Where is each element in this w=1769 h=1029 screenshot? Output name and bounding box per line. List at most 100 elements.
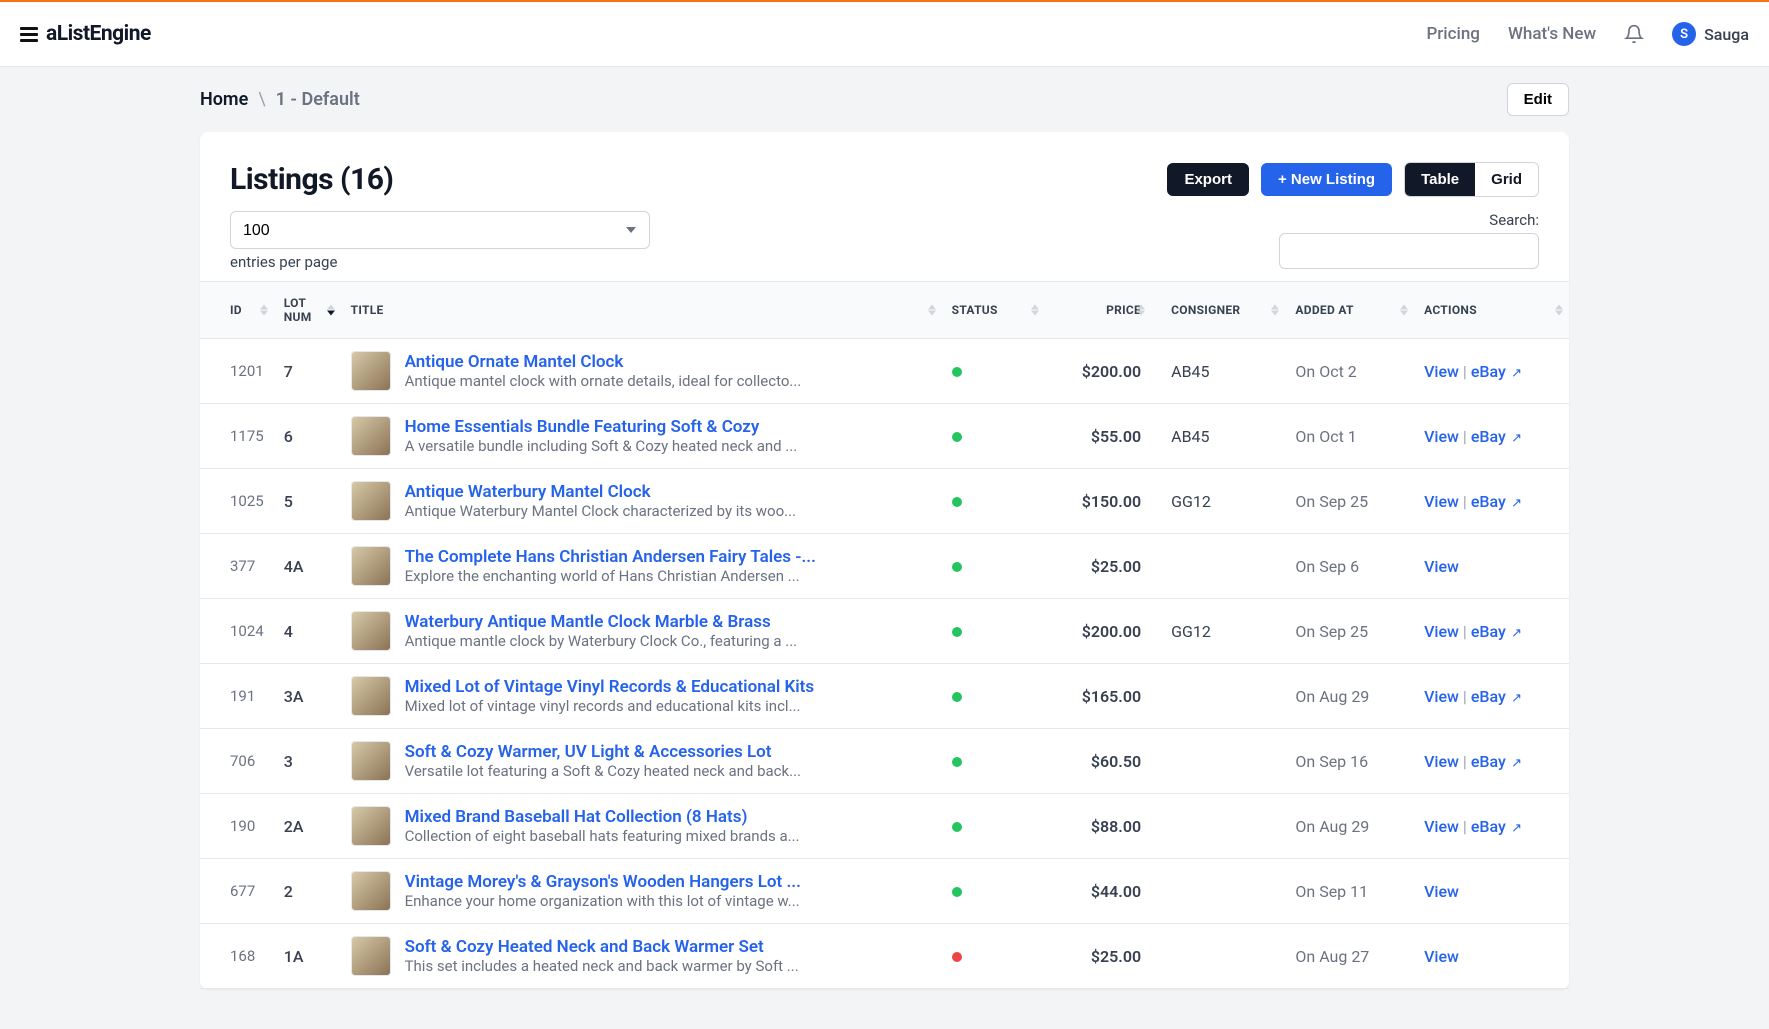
thumbnail [351, 871, 391, 911]
ebay-link[interactable]: eBay ↗ [1471, 622, 1522, 641]
listing-title-link[interactable]: Mixed Lot of Vintage Vinyl Records & Edu… [405, 677, 815, 697]
cell-title: Home Essentials Bundle Featuring Soft & … [341, 404, 942, 468]
action-sep: | [1463, 817, 1467, 836]
cell-id: 190 [200, 794, 274, 859]
breadcrumb-home[interactable]: Home [200, 89, 248, 110]
topbar: aListEngine Pricing What's New S Sauga [0, 0, 1769, 67]
cell-actions: View [1414, 534, 1569, 599]
col-actions[interactable]: ACTIONS [1414, 282, 1569, 339]
entries-label: entries per page [230, 253, 650, 271]
cell-status [942, 924, 1046, 989]
cell-id: 706 [200, 729, 274, 794]
cell-price: $200.00 [1045, 599, 1151, 664]
status-dot [952, 367, 962, 377]
view-link[interactable]: View [1424, 362, 1459, 381]
view-link[interactable]: View [1424, 687, 1459, 706]
listing-title-link[interactable]: Home Essentials Bundle Featuring Soft & … [405, 417, 798, 437]
ebay-link[interactable]: eBay ↗ [1471, 687, 1522, 706]
col-consigner[interactable]: CONSIGNER [1151, 282, 1285, 339]
listings-card: Listings (16) Export + New Listing Table… [200, 132, 1569, 989]
cell-lot: 3A [274, 664, 341, 729]
external-icon: ↗ [1508, 431, 1522, 446]
cell-status [942, 599, 1046, 664]
table-row: 168 1A Soft & Cozy Heated Neck and Back … [200, 924, 1569, 989]
col-status[interactable]: STATUS [942, 282, 1046, 339]
user-menu[interactable]: S Sauga [1672, 22, 1749, 46]
cell-added: On Sep 25 [1285, 469, 1414, 534]
table-row: 191 3A Mixed Lot of Vintage Vinyl Record… [200, 664, 1569, 729]
listing-title-link[interactable]: Waterbury Antique Mantle Clock Marble & … [405, 612, 798, 632]
brand-logo[interactable]: aListEngine [20, 22, 151, 46]
cell-actions: View|eBay ↗ [1414, 339, 1569, 404]
listing-title-link[interactable]: Soft & Cozy Heated Neck and Back Warmer … [405, 937, 799, 957]
view-link[interactable]: View [1424, 427, 1459, 446]
view-link[interactable]: View [1424, 947, 1459, 966]
view-link[interactable]: View [1424, 882, 1459, 901]
col-id[interactable]: ID [200, 282, 274, 339]
nav-pricing[interactable]: Pricing [1426, 24, 1480, 44]
cell-lot: 6 [274, 404, 341, 469]
status-dot [952, 757, 962, 767]
col-title[interactable]: TITLE [341, 282, 942, 339]
search-input[interactable] [1279, 233, 1539, 269]
cell-consigner [1151, 924, 1285, 989]
col-lot[interactable]: LOT NUM [274, 282, 341, 339]
view-toggle: Table Grid [1404, 162, 1539, 197]
breadcrumb-sep: \ [258, 89, 265, 110]
listing-title-link[interactable]: Soft & Cozy Warmer, UV Light & Accessori… [405, 742, 801, 762]
thumbnail [351, 351, 391, 391]
cell-actions: View [1414, 859, 1569, 924]
ebay-link[interactable]: eBay ↗ [1471, 752, 1522, 771]
cell-status [942, 794, 1046, 859]
cell-actions: View|eBay ↗ [1414, 404, 1569, 469]
view-link[interactable]: View [1424, 752, 1459, 771]
cell-actions: View|eBay ↗ [1414, 664, 1569, 729]
view-link[interactable]: View [1424, 557, 1459, 576]
listing-desc: Explore the enchanting world of Hans Chr… [405, 567, 816, 585]
cell-title: Vintage Morey's & Grayson's Wooden Hange… [341, 859, 942, 923]
ebay-link[interactable]: eBay ↗ [1471, 492, 1522, 511]
cell-title: Soft & Cozy Warmer, UV Light & Accessori… [341, 729, 942, 793]
listing-desc: Enhance your home organization with this… [405, 892, 801, 910]
thumbnail [351, 676, 391, 716]
cell-actions: View|eBay ↗ [1414, 729, 1569, 794]
ebay-link[interactable]: eBay ↗ [1471, 817, 1522, 836]
listing-title-link[interactable]: The Complete Hans Christian Andersen Fai… [405, 547, 816, 567]
cell-price: $44.00 [1045, 859, 1151, 924]
thumbnail [351, 611, 391, 651]
entries-select[interactable]: 100 [230, 211, 650, 249]
thumbnail [351, 416, 391, 456]
listing-title-link[interactable]: Vintage Morey's & Grayson's Wooden Hange… [405, 872, 801, 892]
edit-button[interactable]: Edit [1507, 83, 1569, 116]
cell-id: 1175 [200, 404, 274, 469]
ebay-link[interactable]: eBay ↗ [1471, 362, 1522, 381]
status-dot [952, 497, 962, 507]
nav-whatsnew[interactable]: What's New [1508, 24, 1596, 44]
view-table-button[interactable]: Table [1405, 163, 1475, 196]
cell-added: On Sep 11 [1285, 859, 1414, 924]
cell-status [942, 729, 1046, 794]
view-link[interactable]: View [1424, 492, 1459, 511]
action-sep: | [1463, 492, 1467, 511]
ebay-link[interactable]: eBay ↗ [1471, 427, 1522, 446]
col-price[interactable]: PRICE [1045, 282, 1151, 339]
cell-consigner: GG12 [1151, 599, 1285, 664]
cell-lot: 1A [274, 924, 341, 989]
cell-price: $150.00 [1045, 469, 1151, 534]
cell-added: On Oct 2 [1285, 339, 1414, 404]
external-icon: ↗ [1508, 756, 1522, 771]
export-button[interactable]: Export [1167, 163, 1249, 196]
status-dot [952, 952, 962, 962]
thumbnail [351, 546, 391, 586]
status-dot [952, 562, 962, 572]
col-added[interactable]: ADDED AT [1285, 282, 1414, 339]
listing-title-link[interactable]: Mixed Brand Baseball Hat Collection (8 H… [405, 807, 800, 827]
new-listing-button[interactable]: + New Listing [1261, 163, 1392, 196]
listing-title-link[interactable]: Antique Ornate Mantel Clock [405, 352, 802, 372]
view-link[interactable]: View [1424, 817, 1459, 836]
view-grid-button[interactable]: Grid [1475, 163, 1538, 196]
listing-title-link[interactable]: Antique Waterbury Mantel Clock [405, 482, 796, 502]
cell-lot: 4A [274, 534, 341, 599]
bell-icon[interactable] [1624, 24, 1644, 44]
view-link[interactable]: View [1424, 622, 1459, 641]
